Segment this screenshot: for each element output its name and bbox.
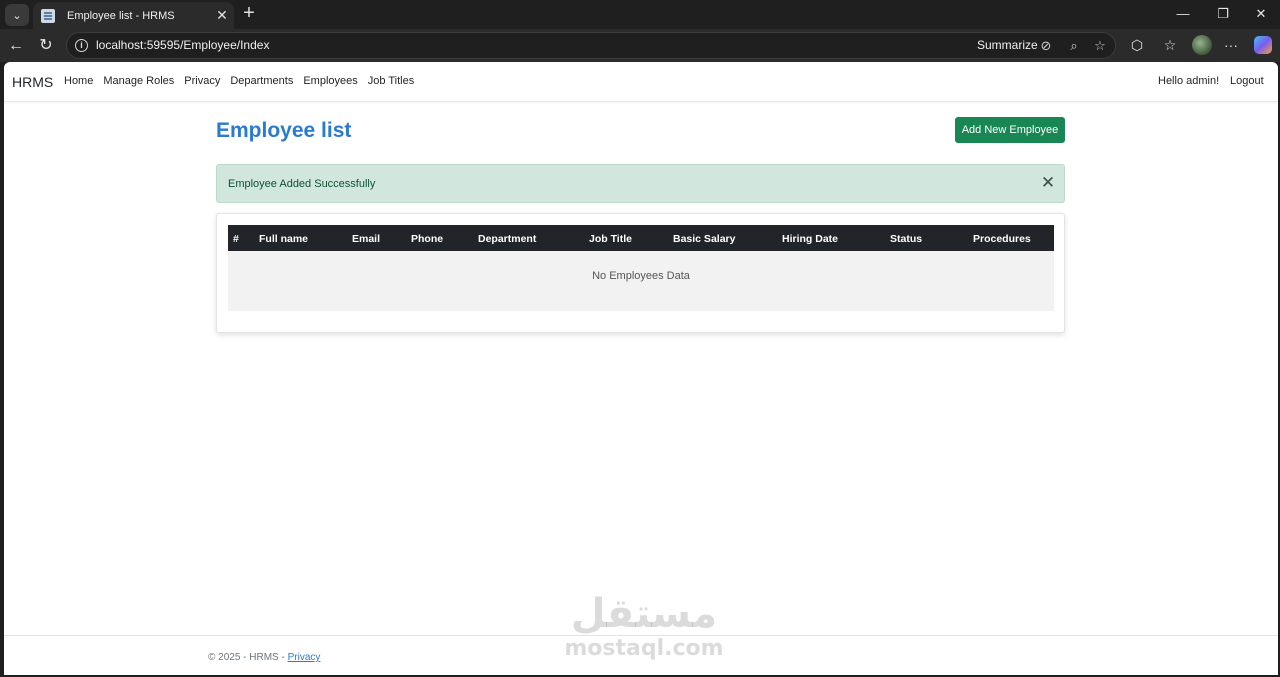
alert-message: Employee Added Successfully: [228, 178, 376, 190]
page-title: Employee list: [216, 119, 352, 142]
restore-icon[interactable]: ❐: [1208, 4, 1238, 24]
profile-avatar[interactable]: [1192, 35, 1212, 55]
nav-link-job-titles[interactable]: Job Titles: [368, 75, 414, 87]
browser-tab-strip: ⌄ Employee list - HRMS ✕ + — ❐ ✕: [0, 0, 1280, 29]
nav-link-departments[interactable]: Departments: [230, 75, 293, 87]
navbar-brand[interactable]: HRMS: [12, 74, 53, 90]
back-arrow-icon[interactable]: ←: [4, 34, 28, 58]
summarize-button[interactable]: Summarize: [977, 38, 1038, 52]
copilot-icon[interactable]: [1254, 36, 1272, 54]
url-text[interactable]: localhost:59595/Employee/Index: [96, 38, 269, 52]
empty-table-message: No Employees Data: [592, 270, 690, 282]
window-close-icon[interactable]: ✕: [1246, 4, 1276, 24]
site-info-icon[interactable]: i: [75, 39, 88, 52]
nav-link-manage-roles[interactable]: Manage Roles: [103, 75, 174, 87]
page-favicon-icon: [41, 8, 55, 23]
new-tab-plus-icon[interactable]: +: [238, 3, 260, 25]
employee-table-card: # Full name Email Phone Department Job T…: [216, 213, 1065, 333]
page-viewport: HRMS Home Manage Roles Privacy Departmen…: [4, 62, 1278, 675]
site-navbar: HRMS Home Manage Roles Privacy Departmen…: [4, 62, 1278, 102]
zoom-icon[interactable]: ⌕: [1065, 37, 1083, 55]
nav-link-employees[interactable]: Employees: [303, 75, 357, 87]
alert-close-icon[interactable]: ✕: [1039, 174, 1057, 192]
extensions-icon[interactable]: ⬡: [1126, 34, 1148, 56]
summarize-icon[interactable]: ⊘: [1037, 37, 1055, 55]
footer-text: © 2025 - HRMS - Privacy: [208, 652, 320, 663]
column-header-status: Status: [890, 233, 923, 245]
column-header-department: Department: [478, 233, 537, 245]
watermark-arabic-text: مستقل: [570, 591, 718, 637]
footer-privacy-link[interactable]: Privacy: [288, 652, 321, 663]
minimize-icon[interactable]: —: [1168, 4, 1198, 24]
more-menu-icon[interactable]: ···: [1220, 34, 1242, 56]
navbar-links: Home Manage Roles Privacy Departments Em…: [64, 75, 424, 87]
add-new-employee-button[interactable]: Add New Employee: [955, 117, 1065, 143]
reload-icon[interactable]: ↻: [34, 34, 58, 58]
nav-link-home[interactable]: Home: [64, 75, 93, 87]
footer-copyright: © 2025 - HRMS -: [208, 652, 288, 663]
table-header: # Full name Email Phone Department Job T…: [228, 225, 1054, 251]
nav-link-privacy[interactable]: Privacy: [184, 75, 220, 87]
column-header-hiring-date: Hiring Date: [782, 233, 839, 245]
column-header-job-title: Job Title: [589, 233, 632, 245]
table-body: No Employees Data: [228, 251, 1054, 311]
user-greeting[interactable]: Hello admin!: [1158, 75, 1219, 87]
logout-button[interactable]: Logout: [1230, 75, 1264, 87]
tab-actions-chevron-icon[interactable]: ⌄: [5, 4, 29, 26]
browser-tab-active[interactable]: Employee list - HRMS ✕: [33, 2, 234, 29]
column-header-basic-salary: Basic Salary: [673, 233, 736, 245]
tab-close-icon[interactable]: ✕: [210, 7, 234, 24]
column-header-number: #: [233, 233, 239, 245]
column-header-procedures: Procedures: [973, 233, 1031, 245]
column-header-email: Email: [352, 233, 381, 245]
success-alert: Employee Added Successfully ✕: [216, 164, 1065, 203]
browser-toolbar: ← ↻ i localhost:59595/Employee/Index Sum…: [0, 29, 1280, 62]
tab-title: Employee list - HRMS: [67, 9, 175, 22]
column-header-full-name: Full name: [259, 233, 309, 245]
column-header-phone: Phone: [411, 233, 444, 245]
address-bar[interactable]: i localhost:59595/Employee/Index Summari…: [66, 32, 1116, 59]
favorites-icon[interactable]: ☆: [1159, 34, 1181, 56]
favorite-star-icon[interactable]: ☆: [1091, 37, 1109, 55]
site-footer: © 2025 - HRMS - Privacy: [4, 635, 1278, 675]
